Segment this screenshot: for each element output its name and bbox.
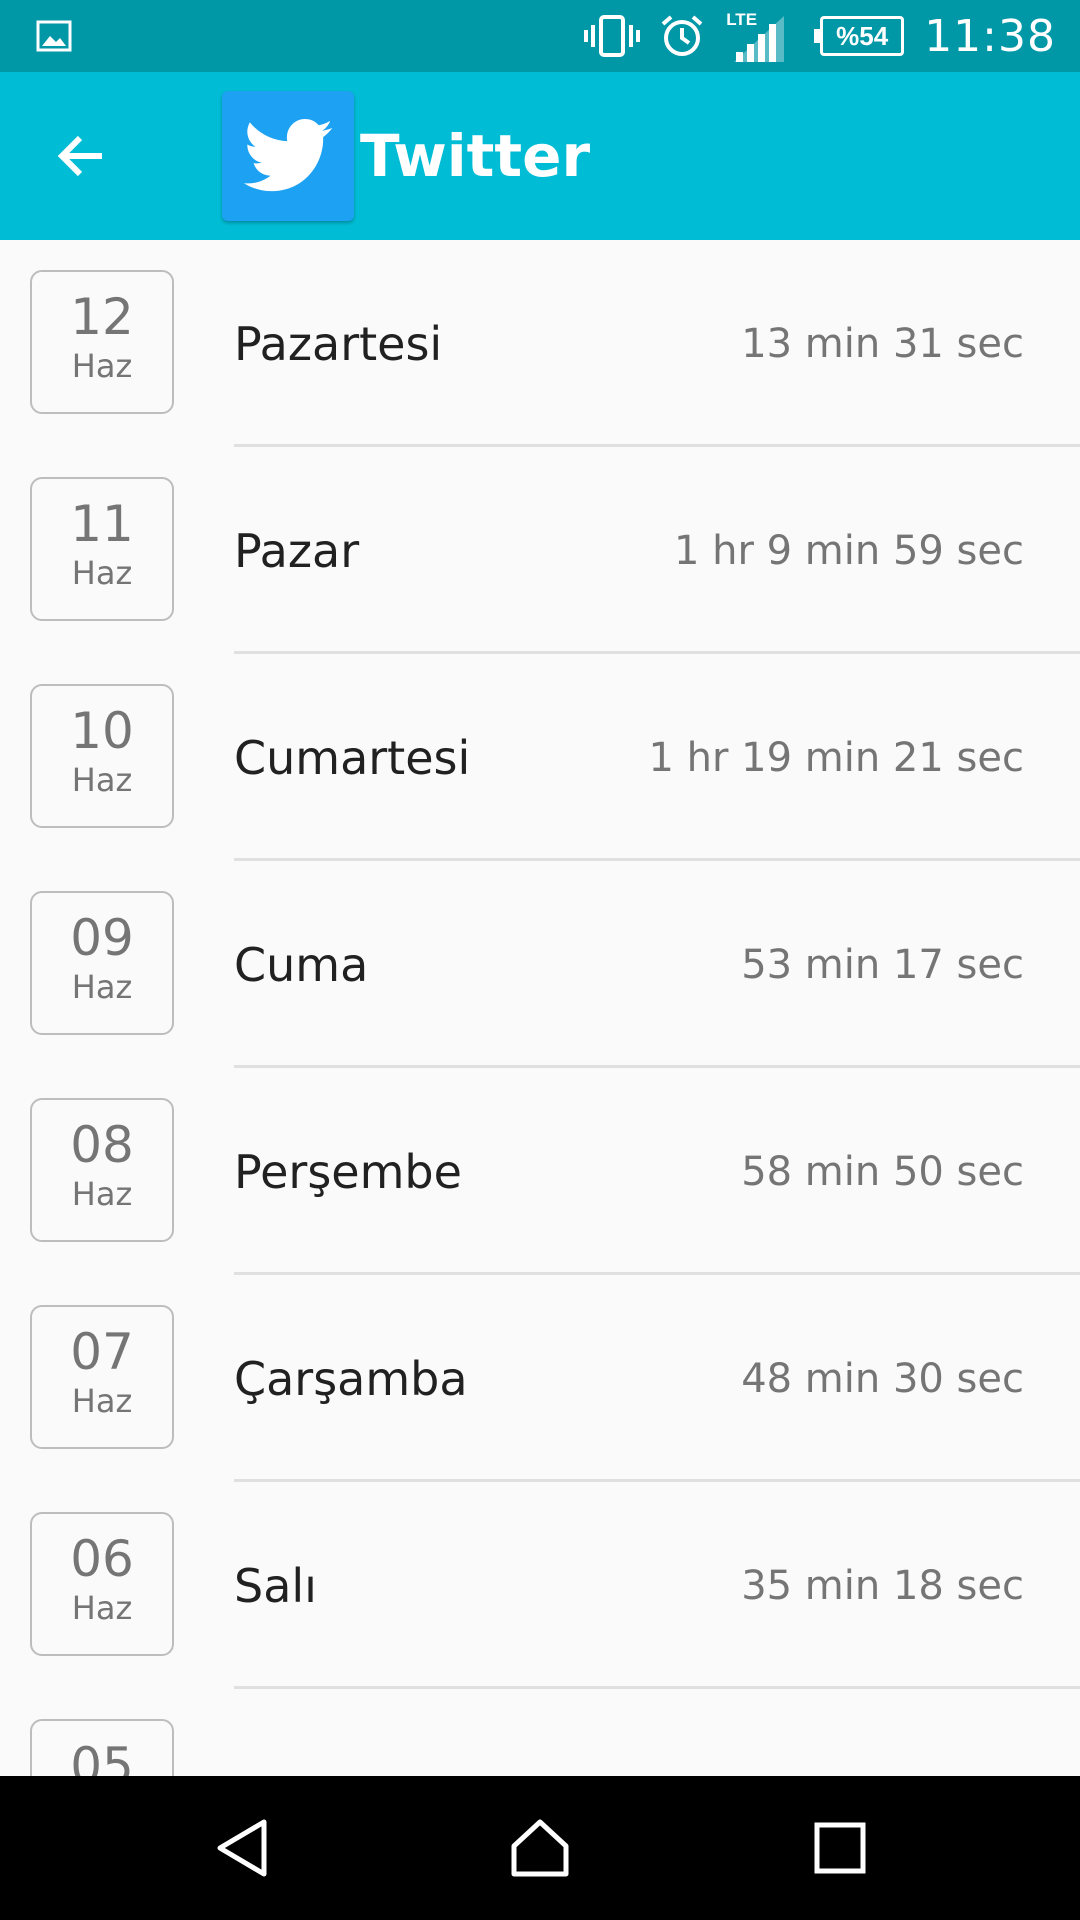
list-item[interactable]: 10 Haz Cumartesi 1 hr 19 min 21 sec: [0, 654, 1080, 861]
date-day: 06: [70, 1530, 134, 1588]
alarm-icon: [661, 15, 703, 56]
status-bar: LTE %54 11:38: [0, 0, 1080, 72]
usage-duration: 1 hr 19 min 21 sec: [648, 735, 1025, 781]
list-item[interactable]: 08 Haz Perşembe 58 min 50 sec: [0, 1068, 1080, 1275]
lte-signal-icon: LTE: [724, 6, 788, 66]
date-badge: 08 Haz: [30, 1098, 174, 1242]
date-month: Haz: [71, 968, 133, 1006]
battery-percent: %54: [836, 20, 889, 51]
app-logo: [222, 91, 354, 221]
nav-recents-icon: [814, 1822, 866, 1874]
vibrate-icon: [584, 15, 641, 57]
date-month: Haz: [71, 347, 133, 385]
nav-home-button[interactable]: [492, 1800, 588, 1896]
date-month: Haz: [71, 1589, 133, 1627]
list-item[interactable]: 12 Haz Pazartesi 13 min 31 sec: [0, 240, 1080, 447]
date-month: Haz: [71, 1175, 133, 1213]
app-bar: Twitter: [0, 72, 1080, 240]
date-day: 05: [70, 1737, 134, 1776]
weekday-label: Pazar: [234, 524, 360, 578]
list-item[interactable]: 06 Haz Salı 35 min 18 sec: [0, 1482, 1080, 1689]
image-icon: [36, 20, 72, 52]
arrow-back-icon: [57, 135, 102, 177]
list-item[interactable]: 07 Haz Çarşamba 48 min 30 sec: [0, 1275, 1080, 1482]
page-title: Twitter: [360, 122, 591, 190]
usage-list: 12 Haz Pazartesi 13 min 31 sec 11 Haz Pa…: [0, 240, 1080, 1776]
date-month: Haz: [71, 761, 133, 799]
date-badge: 09 Haz: [30, 891, 174, 1035]
weekday-label: Pazartesi: [234, 317, 443, 371]
usage-duration: 58 min 50 sec: [741, 1149, 1024, 1195]
clock: 11:38: [924, 10, 1056, 62]
nav-home-icon: [511, 1819, 569, 1877]
date-day: 08: [70, 1116, 134, 1174]
nav-recents-button[interactable]: [792, 1800, 888, 1896]
list-item[interactable]: 05: [0, 1689, 1080, 1776]
usage-duration: 53 min 17 sec: [741, 942, 1024, 988]
navigation-bar: [0, 1776, 1080, 1920]
date-day: 07: [70, 1323, 134, 1381]
date-day: 10: [70, 702, 134, 760]
date-badge: 10 Haz: [30, 684, 174, 828]
battery-icon: %54: [814, 16, 905, 56]
date-badge: 12 Haz: [30, 270, 174, 414]
usage-duration: 13 min 31 sec: [741, 321, 1024, 367]
nav-back-button[interactable]: [194, 1800, 290, 1896]
date-badge: 07 Haz: [30, 1305, 174, 1449]
date-day: 11: [70, 495, 134, 553]
weekday-label: Salı: [234, 1559, 317, 1613]
date-day: 12: [70, 288, 134, 346]
date-month: Haz: [71, 1382, 133, 1420]
date-month: Haz: [71, 554, 133, 592]
nav-back-icon: [217, 1819, 267, 1877]
back-button[interactable]: [40, 116, 120, 196]
date-badge: 11 Haz: [30, 477, 174, 621]
weekday-label: Çarşamba: [234, 1352, 468, 1406]
date-badge: 05: [30, 1719, 174, 1776]
weekday-label: Cumartesi: [234, 731, 471, 785]
weekday-label: Cuma: [234, 938, 369, 992]
list-item[interactable]: 09 Haz Cuma 53 min 17 sec: [0, 861, 1080, 1068]
usage-duration: 35 min 18 sec: [741, 1563, 1024, 1609]
weekday-label: Perşembe: [234, 1145, 462, 1199]
twitter-bird-icon: [243, 119, 333, 192]
date-badge: 06 Haz: [30, 1512, 174, 1656]
usage-duration: 48 min 30 sec: [741, 1356, 1024, 1402]
date-day: 09: [70, 909, 134, 967]
list-item[interactable]: 11 Haz Pazar 1 hr 9 min 59 sec: [0, 447, 1080, 654]
usage-duration: 1 hr 9 min 59 sec: [673, 528, 1024, 574]
